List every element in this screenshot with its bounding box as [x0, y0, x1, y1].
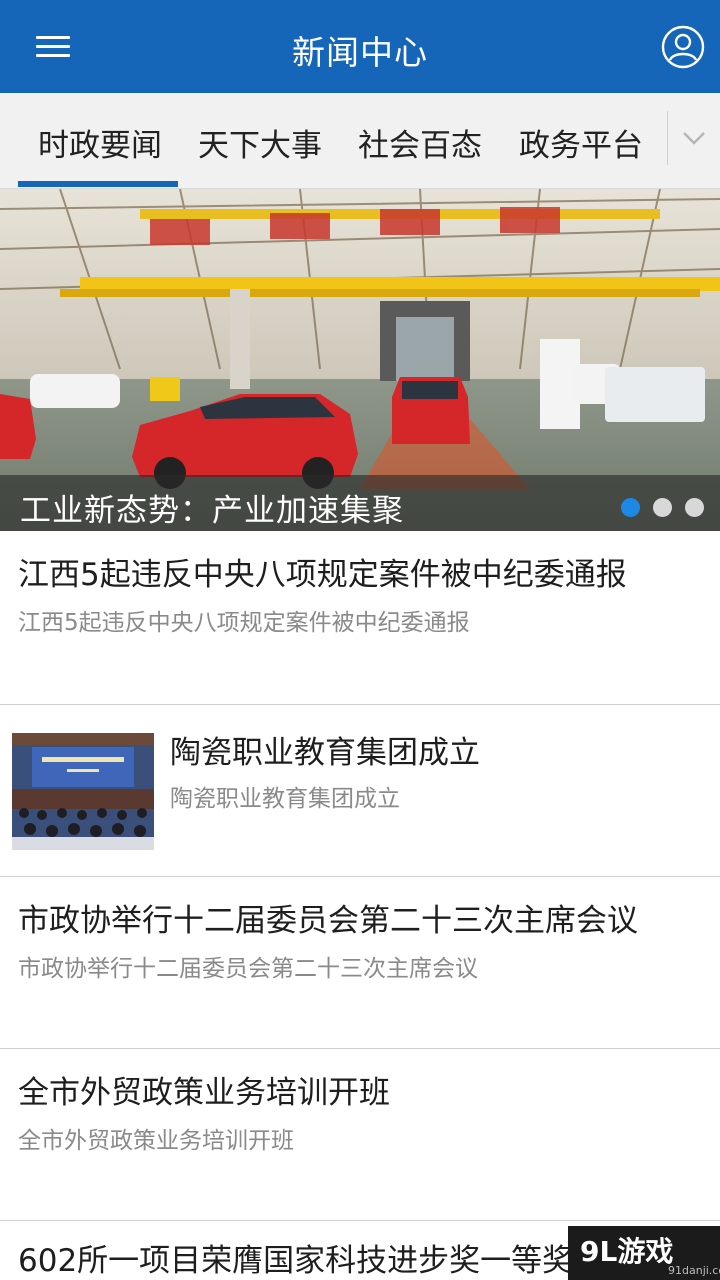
- tab-tianxia[interactable]: 天下大事: [198, 120, 322, 165]
- news-subtitle: 市政协举行十二届委员会第二十三次主席会议: [18, 956, 478, 982]
- news-title: 市政协举行十二届委员会第二十三次主席会议: [18, 903, 638, 939]
- tab-shizheng[interactable]: 时政要闻: [38, 120, 162, 165]
- conference-photo: [12, 733, 154, 850]
- page-title: 新闻中心: [292, 33, 428, 72]
- news-title: 602所一项目荣膺国家科技进步奖一等奖: [18, 1243, 574, 1279]
- tab-shehui[interactable]: 社会百态: [358, 120, 482, 165]
- news-subtitle: 全市外贸政策业务培训开班: [18, 1128, 294, 1154]
- news-subtitle: 陶瓷职业教育集团成立: [170, 786, 400, 812]
- news-item-3[interactable]: 市政协举行十二届委员会第二十三次主席会议 市政协举行十二届委员会第二十三次主席会…: [0, 877, 720, 1049]
- banner-caption: 工业新态势：产业加速集聚: [20, 493, 404, 529]
- carousel-dot-2[interactable]: [653, 498, 672, 517]
- news-title: 江西5起违反中央八项规定案件被中纪委通报: [18, 557, 627, 593]
- news-item-1[interactable]: 江西5起违反中央八项规定案件被中纪委通报 江西5起违反中央八项规定案件被中纪委通…: [0, 531, 720, 705]
- news-thumbnail: [12, 733, 154, 850]
- watermark-url: 91danji.com: [668, 1264, 720, 1277]
- news-item-2[interactable]: 陶瓷职业教育集团成立 陶瓷职业教育集团成立: [0, 705, 720, 877]
- banner-carousel[interactable]: 工业新态势：产业加速集聚: [0, 189, 720, 531]
- news-title: 全市外贸政策业务培训开班: [18, 1075, 390, 1111]
- site-watermark: 9L游戏 91danji.com: [568, 1226, 720, 1280]
- carousel-dot-1[interactable]: [621, 498, 640, 517]
- user-button[interactable]: [660, 24, 706, 70]
- user-icon: [661, 25, 705, 69]
- tab-divider: [667, 111, 668, 165]
- news-item-4[interactable]: 全市外贸政策业务培训开班 全市外贸政策业务培训开班: [0, 1049, 720, 1221]
- category-tabs: 时政要闻 天下大事 社会百态 政务平台: [0, 93, 720, 189]
- news-title: 陶瓷职业教育集团成立: [170, 735, 480, 771]
- tab-zhengwu[interactable]: 政务平台: [519, 120, 643, 165]
- active-tab-indicator: [18, 181, 178, 187]
- watermark-logo: 9L游戏: [580, 1235, 674, 1268]
- carousel-dot-3[interactable]: [685, 498, 704, 517]
- news-subtitle: 江西5起违反中央八项规定案件被中纪委通报: [18, 610, 470, 636]
- app-header: 新闻中心: [0, 0, 720, 93]
- tabs-more-button[interactable]: [676, 123, 712, 153]
- chevron-down-icon: [683, 132, 705, 145]
